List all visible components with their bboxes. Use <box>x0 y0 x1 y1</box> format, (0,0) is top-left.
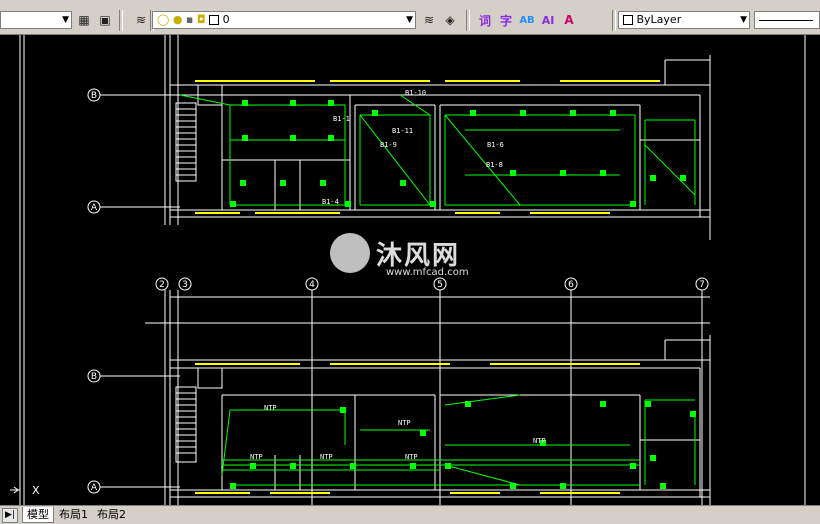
circuit-label: B1-4 <box>322 198 339 206</box>
color-value: ByLayer <box>636 13 682 26</box>
color-combo[interactable]: ByLayer ▼ <box>618 11 750 29</box>
logo-icon <box>330 233 370 273</box>
circuit-label: NTP <box>398 419 411 427</box>
circuit-label: NTP <box>405 453 418 461</box>
column-label: 2 <box>159 280 165 290</box>
column-label: 6 <box>568 280 574 290</box>
circuit-label: B1-10 <box>405 89 426 97</box>
layer-name: 0 <box>222 13 230 26</box>
axis-label-b-top: B <box>91 91 97 101</box>
text-button-4[interactable]: AI <box>539 11 557 29</box>
style-combo[interactable]: ▼ <box>0 11 72 29</box>
circuit-label: NTP <box>320 453 333 461</box>
circuit-label: B1-6 <box>487 141 504 149</box>
layer-previous-icon[interactable]: ▣ <box>96 11 114 29</box>
circuit-label: NTP <box>250 453 263 461</box>
lock-icon: ▪ <box>185 13 194 26</box>
layer-state-icon[interactable]: ▦ <box>75 11 93 29</box>
circuit-label: B1-1 <box>333 115 350 123</box>
color-swatch-icon <box>209 15 220 25</box>
linetype-combo[interactable] <box>754 11 820 29</box>
axis-label-b-bottom: B <box>91 372 97 382</box>
circuit-label: B1-11 <box>392 127 413 135</box>
layer-manager-icon[interactable]: ≋ <box>132 11 150 29</box>
circuit-label: B1-9 <box>380 141 397 149</box>
text-button-2[interactable]: 字 <box>497 11 515 29</box>
column-label: 3 <box>182 280 188 290</box>
circuit-label: NTP <box>264 404 277 412</box>
make-current-icon[interactable]: ≋ <box>420 11 438 29</box>
circuit-label: B1-8 <box>486 161 503 169</box>
axis-label-a-bottom: A <box>91 483 98 493</box>
toolbar: ▼ ▦ ▣ ≋ ◯ ● ▪ ◘ 0 ▼ ≋ ◈ 词 字 AB AI A ByLa… <box>0 7 820 35</box>
tab-layout2[interactable]: 布局2 <box>93 507 130 522</box>
column-label: 4 <box>309 280 315 290</box>
plot-icon: ◘ <box>196 13 206 26</box>
tab-model[interactable]: 模型 <box>22 507 54 523</box>
layer-combo[interactable]: ◯ ● ▪ ◘ 0 ▼ <box>152 11 416 29</box>
text-button-5[interactable]: A <box>560 11 578 29</box>
axis-label-a-top: A <box>91 203 98 213</box>
watermark: 沐风网 www.mfcad.com <box>330 233 500 283</box>
watermark-url: www.mfcad.com <box>386 267 469 278</box>
tab-layout1[interactable]: 布局1 <box>55 507 92 522</box>
tab-nav-icon[interactable]: ▶| <box>2 508 18 523</box>
ucs-icon <box>10 486 20 494</box>
color-swatch-icon <box>623 15 633 25</box>
lightbulb-icon: ◯ <box>157 13 170 26</box>
drawing-canvas[interactable]: B A B A 2 3 4 5 6 7 B1-10 B1-1 B1-11 B1-… <box>0 35 820 505</box>
column-label: 7 <box>699 280 705 290</box>
sun-icon: ● <box>172 13 183 26</box>
linetype-preview <box>759 19 813 21</box>
circuit-label: NTP <box>533 437 546 445</box>
text-button-3[interactable]: AB <box>518 11 536 29</box>
ucs-x-label: X <box>32 484 40 497</box>
layout-tabs: ▶| 模型 布局1 布局2 <box>0 505 820 524</box>
text-button-1[interactable]: 词 <box>476 11 494 29</box>
layer-isolate-icon[interactable]: ◈ <box>441 11 459 29</box>
